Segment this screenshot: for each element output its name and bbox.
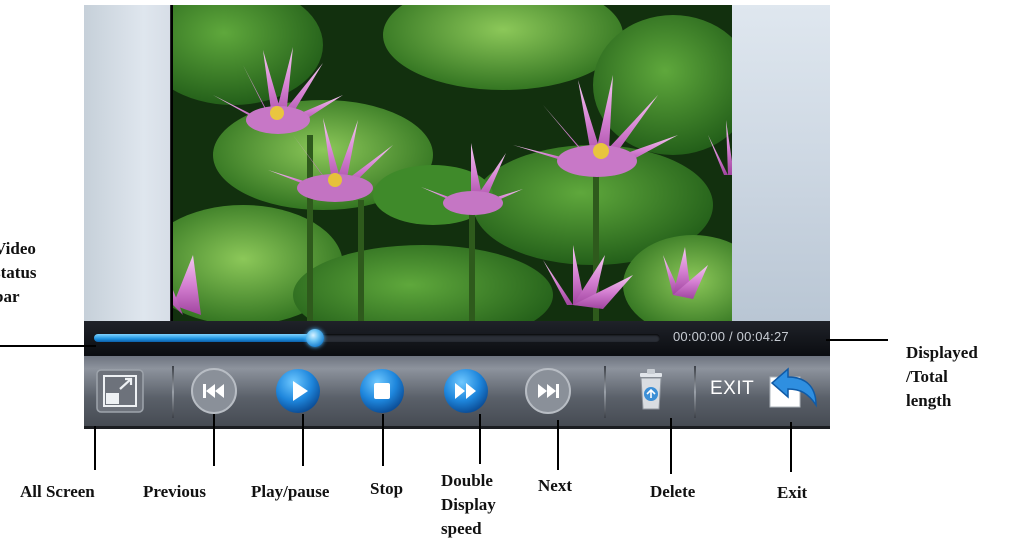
next-button[interactable] <box>524 367 572 415</box>
separator <box>172 366 174 418</box>
exit-button[interactable] <box>766 365 820 417</box>
video-status-bar: 00:00:00 / 00:04:27 <box>84 321 830 354</box>
callout-line-next <box>557 420 559 470</box>
previous-button[interactable] <box>190 367 238 415</box>
separator <box>694 366 696 418</box>
fullscreen-icon <box>96 369 144 413</box>
callout-displayed-total-length: Displayed /Total length <box>906 343 978 410</box>
control-bar: EXIT <box>84 356 830 429</box>
callout-line-double-display-speed <box>479 414 481 464</box>
callout-line-all-screen <box>94 426 96 470</box>
callout-next: Next <box>538 476 572 495</box>
callout-previous: Previous <box>143 482 206 501</box>
callout-line-stop <box>382 414 384 466</box>
play-pause-button[interactable] <box>274 367 322 415</box>
callout-line-play-pause <box>302 414 304 466</box>
callout-delete: Delete <box>650 482 696 501</box>
exit-label[interactable]: EXIT <box>710 378 754 400</box>
progress-scrubber-handle[interactable] <box>306 329 324 347</box>
next-track-icon <box>525 368 571 414</box>
delete-button[interactable] <box>636 367 666 415</box>
stop-icon <box>360 369 404 413</box>
trash-icon <box>640 369 662 410</box>
stop-button[interactable] <box>358 367 406 415</box>
separator <box>604 366 606 418</box>
video-letterbox-right <box>732 5 830 321</box>
previous-track-icon <box>191 368 237 414</box>
callout-double-display-speed: Double Display speed <box>441 471 496 538</box>
play-icon <box>276 369 320 413</box>
all-screen-button[interactable] <box>96 369 144 413</box>
displayed-total-length-readout: 00:00:00 / 00:04:27 <box>673 329 789 344</box>
callout-line-video-status-bar <box>0 345 96 347</box>
double-display-speed-button[interactable] <box>442 367 490 415</box>
callout-line-exit <box>790 422 792 472</box>
callout-play-pause: Play/pause <box>251 482 330 501</box>
callout-line-displayed-total-length <box>826 339 888 341</box>
callout-video-status-bar: Video status bar <box>0 239 37 306</box>
fast-forward-icon <box>444 369 488 413</box>
progress-track[interactable] <box>94 329 660 347</box>
callout-line-previous <box>213 414 215 466</box>
callout-exit: Exit <box>777 483 808 502</box>
callout-line-delete <box>670 418 672 474</box>
callout-all-screen: All Screen <box>20 482 95 501</box>
video-player: 00:00:00 / 00:04:27 EXIT <box>84 5 830 429</box>
progress-fill <box>94 334 315 342</box>
callout-stop: Stop <box>370 479 404 498</box>
exit-arrow-icon <box>769 367 817 408</box>
video-area[interactable] <box>84 5 830 321</box>
video-still-water-lilies <box>173 5 732 321</box>
video-frame[interactable] <box>173 5 732 321</box>
